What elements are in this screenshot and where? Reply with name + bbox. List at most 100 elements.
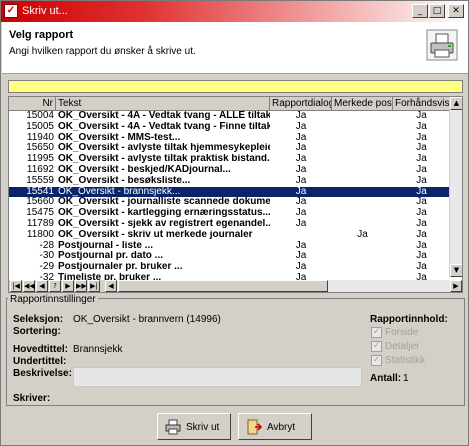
cell-nr: 15475 <box>26 208 54 219</box>
cell-tekst: OK_Oversikt - 4A - Vedtak tvang - ALLE t… <box>58 111 270 121</box>
maximize-icon[interactable]: □ <box>429 4 445 18</box>
cell-nr: -30 <box>39 251 54 262</box>
cell-rapportdialog: Ja <box>295 164 307 175</box>
cell-merkede-poster <box>332 133 393 144</box>
cancel-button[interactable]: Avbryt <box>238 413 312 440</box>
cell-nr: 15660 <box>26 197 54 208</box>
sortering-label: Sortering: <box>13 326 61 337</box>
scroll-up-icon[interactable]: ▲ <box>450 97 462 110</box>
cell-nr: 11995 <box>26 154 54 165</box>
vertical-scrollbar[interactable]: ▲ ▼ <box>449 97 462 277</box>
cell-rapportdialog: Ja <box>295 175 307 186</box>
cell-forhandsvisning: Ja <box>416 229 427 240</box>
last-record-icon[interactable]: ▶| <box>88 280 100 292</box>
column-header-merkede-poster[interactable]: Merkede poster <box>332 97 393 111</box>
window-title: Skriv ut... <box>22 5 68 17</box>
beskrivelse-field[interactable] <box>73 367 362 387</box>
next-page-icon[interactable]: ▶▶ <box>75 280 87 292</box>
title-bar[interactable]: ✓ Skriv ut... _ □ ✕ <box>1 1 468 22</box>
cell-tekst: Postjournal - liste ... <box>58 240 154 251</box>
dialog-header: Velg rapport Angi hvilken rapport du øns… <box>2 22 468 74</box>
cell-nr: 11940 <box>26 132 54 143</box>
cell-tekst: OK_Oversikt - brannsjekk... <box>58 186 181 197</box>
forside-checkbox[interactable]: ✓ <box>371 327 382 338</box>
cell-tekst: Postjournaler pr. bruker ... <box>58 262 183 273</box>
scroll-down-icon[interactable]: ▼ <box>450 264 462 277</box>
cell-nr: 15559 <box>26 175 54 186</box>
statistikk-label: Statistikk <box>385 355 426 366</box>
forside-label: Forside <box>385 327 419 338</box>
table-row[interactable]: 11800 OK_Oversikt - skriv ut merkede jour… <box>9 230 450 241</box>
skriver-label: Skriver: <box>13 393 51 404</box>
column-header-rapportdialog[interactable]: Rapportdialog <box>270 97 332 111</box>
cell-tekst: OK_Oversikt - avlyste tiltak praktisk bi… <box>58 154 270 165</box>
hovedtittel-label: Hovedtittel: <box>13 344 68 355</box>
cell-tekst: OK_Oversikt - skriv ut merkede journaler <box>58 229 253 240</box>
info-bar <box>8 80 463 93</box>
cell-rapportdialog: Ja <box>295 143 307 154</box>
app-icon: ✓ <box>4 4 18 18</box>
horizontal-scrollbar[interactable]: ◀ ▶ <box>105 280 462 292</box>
column-header-nr[interactable]: Nr <box>9 97 56 111</box>
cell-tekst: OK_Oversikt - journalliste scannede doku… <box>58 197 270 208</box>
table-row[interactable]: 11692 OK_Oversikt - beskjed/KADjournal...… <box>9 165 450 176</box>
antall-label: Antall: <box>370 373 402 384</box>
table-row[interactable]: 15475 OK_Oversikt - kartlegging ernærings… <box>9 208 450 219</box>
statistikk-checkbox[interactable]: ✓ <box>371 355 382 366</box>
cell-nr: -29 <box>39 262 54 273</box>
table-row[interactable]: 15005 OK_Oversikt - 4A - Vedtak tvang - F… <box>9 122 450 133</box>
cell-merkede-poster <box>332 197 393 208</box>
table-row[interactable]: -29 Postjournaler pr. bruker ... Ja Ja <box>9 262 450 273</box>
cell-merkede-poster <box>332 241 393 252</box>
cell-merkede-poster: Ja <box>357 229 368 240</box>
report-grid: Nr Tekst Rapportdialog Merkede poster Fo… <box>8 96 463 293</box>
cell-rapportdialog: Ja <box>295 262 307 273</box>
column-header-forhandsvisning[interactable]: Forhåndsvisning <box>393 97 450 111</box>
cell-rapportdialog: Ja <box>295 218 307 229</box>
table-row[interactable]: 15650 OK_Oversikt - avlyste tiltak hjemme… <box>9 143 450 154</box>
prev-record-icon[interactable]: ◀ <box>36 280 48 292</box>
cell-forhandsvisning: Ja <box>416 240 427 251</box>
table-row[interactable]: 11940 OK_Oversikt - MMS-test... Ja Ja <box>9 133 450 144</box>
seleksjon-value: OK_Oversikt - brannvern (14996) <box>73 314 221 325</box>
table-row[interactable]: -30 Postjournal pr. dato ... Ja Ja <box>9 251 450 262</box>
table-row[interactable]: 11995 OK_Oversikt - avlyste tiltak prakti… <box>9 154 450 165</box>
minimize-icon[interactable]: _ <box>412 4 428 18</box>
grid-rows: 15004 OK_Oversikt - 4A - Vedtak tvang - A… <box>9 111 450 292</box>
table-row[interactable]: 15541 OK_Oversikt - brannsjekk... Ja Ja <box>9 186 450 198</box>
scroll-left-icon[interactable]: ◀ <box>105 280 117 292</box>
cell-forhandsvisning: Ja <box>416 218 427 229</box>
column-header-tekst[interactable]: Tekst <box>56 97 270 111</box>
cell-nr: 15541 <box>26 186 54 197</box>
cell-rapportdialog <box>270 230 332 241</box>
cell-merkede-poster <box>332 208 393 219</box>
table-row[interactable]: 15559 OK_Oversikt - besøksliste... Ja Ja <box>9 176 450 187</box>
cell-forhandsvisning: Ja <box>416 251 427 262</box>
print-button[interactable]: Skriv ut <box>157 413 231 440</box>
table-row[interactable]: 15660 OK_Oversikt - journalliste scannede… <box>9 197 450 208</box>
cell-rapportdialog: Ja <box>295 132 307 143</box>
cell-rapportdialog: Ja <box>295 197 307 208</box>
header-title: Velg rapport <box>9 29 74 41</box>
cell-nr: 15005 <box>26 121 54 132</box>
first-record-icon[interactable]: |◀ <box>10 280 22 292</box>
undertittel-label: Undertittel: <box>13 356 67 367</box>
cell-merkede-poster <box>332 176 393 187</box>
cell-merkede-poster <box>332 143 393 154</box>
cell-rapportdialog: Ja <box>295 240 307 251</box>
cell-forhandsvisning: Ja <box>416 132 427 143</box>
beskrivelse-label: Beskrivelse: <box>13 368 72 379</box>
scroll-right-icon[interactable]: ▶ <box>450 280 462 292</box>
next-record-icon[interactable]: ▶ <box>62 280 74 292</box>
cell-forhandsvisning: Ja <box>416 164 427 175</box>
detaljer-checkbox[interactable]: ✓ <box>371 341 382 352</box>
close-icon[interactable]: ✕ <box>448 4 464 18</box>
table-row[interactable]: 15004 OK_Oversikt - 4A - Vedtak tvang - A… <box>9 111 450 122</box>
cell-tekst: OK_Oversikt - MMS-test... <box>58 132 181 143</box>
help-icon[interactable]: ? <box>49 280 61 292</box>
table-row[interactable]: -28 Postjournal - liste ... Ja Ja <box>9 241 450 252</box>
cell-merkede-poster <box>332 251 393 262</box>
prev-page-icon[interactable]: ◀◀ <box>23 280 35 292</box>
horizontal-scroll-thumb[interactable] <box>118 280 328 292</box>
table-row[interactable]: 11789 OK_Oversikt - sjekk av registrert e… <box>9 219 450 230</box>
